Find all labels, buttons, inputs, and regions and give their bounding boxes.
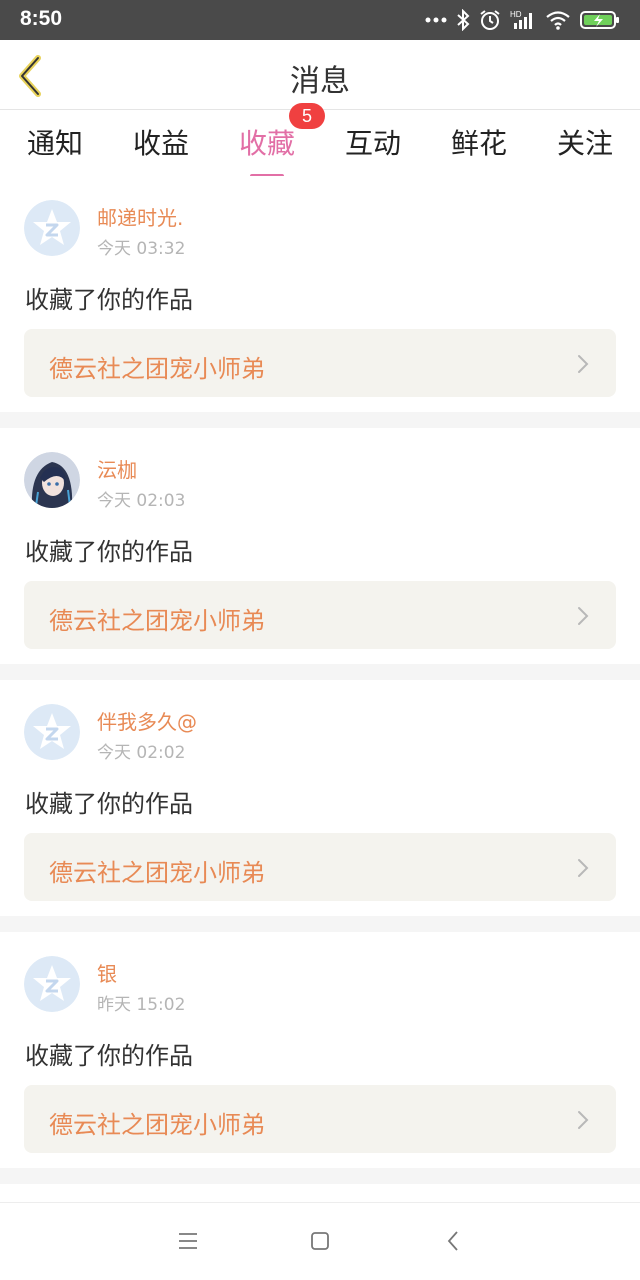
system-nav-bar — [0, 1202, 640, 1280]
default-star-avatar-icon — [24, 956, 80, 1012]
tab-label: 通知 — [26, 127, 83, 160]
unread-badge: 5 — [289, 103, 325, 129]
tab-flowers[interactable]: 鲜花 — [434, 122, 524, 162]
wifi-icon — [545, 10, 571, 30]
menu-icon — [179, 1233, 197, 1249]
action-text: 收藏了你的作品 — [25, 1042, 193, 1070]
card-separator — [0, 1168, 640, 1184]
tab-follow[interactable]: 关注 — [540, 122, 630, 162]
message-card: 邮递时光. 今天 03:32 收藏了你的作品 德云社之团宠小师弟 — [0, 176, 640, 412]
work-title: 德云社之团宠小师弟 — [49, 355, 265, 383]
tab-label: 互动 — [344, 127, 401, 160]
message-time: 今天 03:32 — [97, 239, 186, 259]
default-star-avatar-icon — [24, 704, 80, 760]
home-square-icon — [311, 1232, 329, 1250]
work-title: 德云社之团宠小师弟 — [49, 607, 265, 635]
tab-notice[interactable]: 通知 — [10, 122, 100, 162]
page-title: 消息 — [290, 64, 350, 99]
anime-girl-avatar-icon — [24, 452, 80, 508]
chevron-right-icon — [578, 355, 589, 373]
message-card: 银 昨天 15:02 收藏了你的作品 德云社之团宠小师弟 — [0, 932, 640, 1168]
username[interactable]: 银 — [97, 958, 117, 987]
alarm-icon — [479, 9, 501, 31]
home-button[interactable] — [308, 1229, 332, 1253]
username[interactable]: 伴我多久@ — [97, 706, 197, 735]
message-time: 昨天 15:02 — [97, 995, 186, 1015]
avatar[interactable] — [24, 200, 80, 256]
action-text: 收藏了你的作品 — [25, 790, 193, 818]
menu-button[interactable] — [176, 1229, 200, 1253]
tab-label: 收益 — [132, 127, 189, 160]
avatar[interactable] — [24, 956, 80, 1012]
message-card: 伴我多久@ 今天 02:02 收藏了你的作品 德云社之团宠小师弟 — [0, 680, 640, 916]
action-text: 收藏了你的作品 — [25, 538, 193, 566]
message-time: 今天 02:03 — [97, 491, 186, 511]
avatar[interactable] — [24, 452, 80, 508]
message-time: 今天 02:02 — [97, 743, 186, 763]
work-link[interactable]: 德云社之团宠小师弟 — [24, 833, 616, 901]
work-title: 德云社之团宠小师弟 — [49, 1111, 265, 1139]
avatar[interactable] — [24, 704, 80, 760]
hd-signal-icon: HD — [510, 9, 536, 31]
card-separator — [0, 412, 640, 428]
tab-label: 关注 — [556, 127, 613, 160]
chevron-right-icon — [578, 1111, 589, 1129]
status-bar: 8:50 HD — [0, 0, 640, 40]
action-text: 收藏了你的作品 — [25, 286, 193, 314]
work-link[interactable]: 德云社之团宠小师弟 — [24, 581, 616, 649]
default-star-avatar-icon — [24, 200, 80, 256]
tab-label: 鲜花 — [450, 127, 507, 160]
more-dots-icon — [425, 16, 447, 24]
app-header: 消息 — [0, 40, 640, 110]
back-icon — [447, 1231, 458, 1251]
bluetooth-icon — [456, 9, 470, 31]
status-icons: HD — [425, 7, 620, 33]
username[interactable]: 邮递时光. — [97, 202, 183, 231]
tab-interaction[interactable]: 互动 — [328, 122, 418, 162]
work-title: 德云社之团宠小师弟 — [49, 859, 265, 887]
card-separator — [0, 916, 640, 932]
svg-text:HD: HD — [510, 10, 522, 19]
tab-label: 收藏 — [238, 127, 295, 160]
tab-earnings[interactable]: 收益 — [116, 122, 206, 162]
work-link[interactable]: 德云社之团宠小师弟 — [24, 1085, 616, 1153]
work-link[interactable]: 德云社之团宠小师弟 — [24, 329, 616, 397]
card-separator — [0, 664, 640, 680]
battery-charging-icon — [580, 10, 620, 30]
chevron-right-icon — [578, 607, 589, 625]
message-card: 沄枷 今天 02:03 收藏了你的作品 德云社之团宠小师弟 — [0, 428, 640, 664]
system-back-button[interactable] — [442, 1229, 466, 1253]
status-time: 8:50 — [20, 7, 63, 30]
username[interactable]: 沄枷 — [97, 454, 137, 483]
chevron-right-icon — [578, 859, 589, 877]
